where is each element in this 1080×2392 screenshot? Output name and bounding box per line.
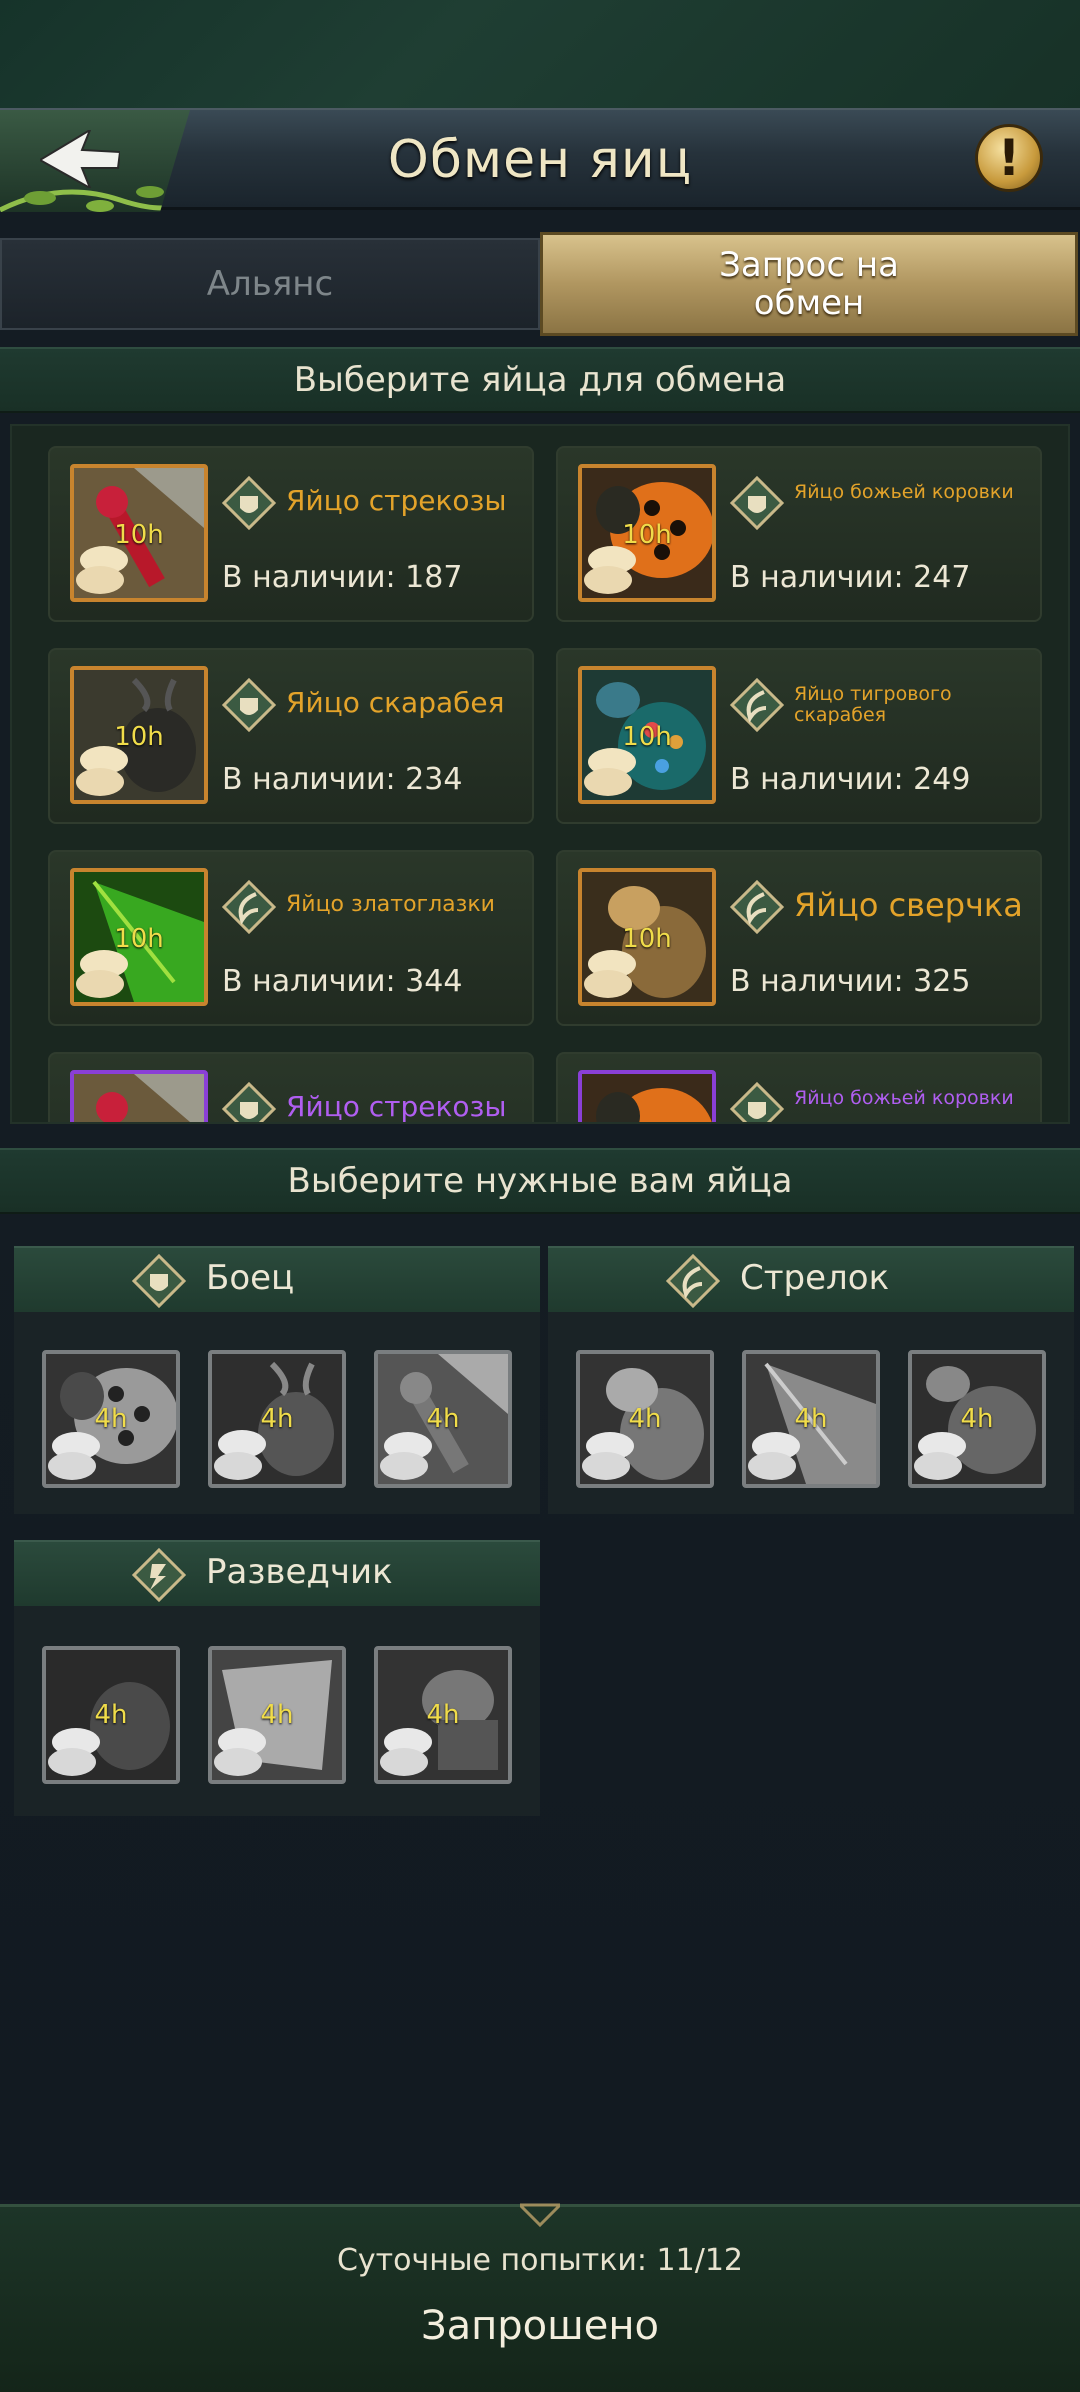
egg-thumbnail: 10h: [70, 464, 208, 602]
egg-count: В наличии: 234: [222, 762, 463, 797]
egg-time-label: 4h: [960, 1404, 994, 1434]
scout-header: Разведчик: [14, 1540, 540, 1606]
tab-alliance[interactable]: Альянс: [0, 238, 540, 330]
egg-time-label: 10h: [114, 520, 164, 550]
chevron-down-icon: [520, 2203, 560, 2228]
egg-thumbnail: 10h: [578, 868, 716, 1006]
egg-count: В наличии: 325: [730, 964, 971, 999]
egg-card-dragonfly[interactable]: 10h Яйцо стрекозы В наличии: 187: [48, 446, 534, 622]
egg-time-label: 4h: [628, 1404, 662, 1434]
egg-name: Яйцо стрекозы: [286, 1090, 507, 1123]
fighter-label: Боец: [206, 1258, 295, 1298]
egg-time-label: 4h: [94, 1700, 128, 1730]
request-status-button[interactable]: Запрошено: [0, 2303, 1080, 2349]
header-bar: Обмен яиц !: [0, 108, 1080, 212]
egg-count: В наличии: 344: [222, 964, 463, 999]
egg-card-dragonfly-rare[interactable]: Яйцо стрекозы: [48, 1052, 534, 1123]
wanted-slot-tiger-scarab[interactable]: 4h: [908, 1350, 1046, 1488]
wanted-slot-fly[interactable]: 4h: [374, 1646, 512, 1784]
egg-time-label: 10h: [622, 520, 672, 550]
shooter-header: Стрелок: [548, 1246, 1074, 1312]
egg-time-label: 4h: [260, 1404, 294, 1434]
wanted-slot-cricket[interactable]: 4h: [576, 1350, 714, 1488]
wanted-slot-scarab[interactable]: 4h: [208, 1350, 346, 1488]
scout-class-icon: [132, 1548, 186, 1602]
wanted-slot-dragonfly[interactable]: 4h: [374, 1350, 512, 1488]
egg-card-scarab[interactable]: 10h Яйцо скарабея В наличии: 234: [48, 648, 534, 824]
egg-time-label: 10h: [622, 722, 672, 752]
dragonfly-egg-icon: [74, 1074, 204, 1122]
section-select-offer: Выберите яйца для обмена: [0, 347, 1080, 413]
shooter-class-icon: [666, 1254, 720, 1308]
shooter-class-icon: [730, 678, 784, 732]
egg-count: В наличии: 247: [730, 560, 971, 595]
egg-card-ladybug-rare[interactable]: Яйцо божьей коровки: [556, 1052, 1042, 1122]
egg-thumbnail: [70, 1070, 208, 1122]
fighter-class-icon: [730, 1082, 784, 1122]
offer-egg-list[interactable]: 10h Яйцо стрекозы В наличии: 187 10h Яйц…: [10, 424, 1070, 1124]
exclamation-icon: !: [997, 129, 1021, 187]
egg-name: Яйцо скарабея: [286, 686, 505, 719]
info-button[interactable]: !: [975, 124, 1043, 192]
egg-name: Яйцо божьей коровки: [794, 481, 1014, 503]
fighter-class-icon: [222, 1082, 276, 1122]
fighter-class-icon: [730, 476, 784, 530]
egg-time-label: 4h: [794, 1404, 828, 1434]
egg-time-label: 10h: [114, 722, 164, 752]
wanted-scout-group: Разведчик 4h 4h 4h: [14, 1540, 540, 1816]
top-background: [0, 0, 1080, 110]
egg-thumbnail: [578, 1070, 716, 1122]
egg-time-label: 4h: [426, 1700, 460, 1730]
wanted-shooter-group: Стрелок 4h 4h 4h: [548, 1246, 1074, 1514]
egg-thumbnail: 10h: [578, 666, 716, 804]
wanted-fighter-group: Боец 4h 4h 4h: [14, 1246, 540, 1514]
wanted-slot-ladybug[interactable]: 4h: [42, 1350, 180, 1488]
wanted-slot-moth[interactable]: 4h: [208, 1646, 346, 1784]
egg-name: Яйцо стрекозы: [286, 484, 507, 517]
shooter-class-icon: [730, 880, 784, 934]
egg-card-cricket[interactable]: 10h Яйцо сверчка В наличии: 325: [556, 850, 1042, 1026]
section-select-wanted: Выберите нужные вам яйца: [0, 1148, 1080, 1214]
egg-count: В наличии: 249: [730, 762, 971, 797]
page-title: Обмен яиц: [387, 130, 693, 190]
shooter-label: Стрелок: [740, 1258, 890, 1298]
egg-card-ladybug[interactable]: 10h Яйцо божьей коровки В наличии: 247: [556, 446, 1042, 622]
tab-bar: Альянс Запрос на обмен: [0, 232, 1080, 336]
fighter-class-icon: [222, 678, 276, 732]
egg-time-label: 10h: [622, 924, 672, 954]
fighter-class-icon: [132, 1254, 186, 1308]
egg-time-label: 4h: [426, 1404, 460, 1434]
egg-time-label: 4h: [94, 1404, 128, 1434]
footer-bar: Суточные попытки: 11/12 Запрошено: [0, 2203, 1080, 2392]
wanted-slot-beetle[interactable]: 4h: [42, 1646, 180, 1784]
egg-card-tiger-scarab[interactable]: 10h Яйцо тигрового скарабея В наличии: 2…: [556, 648, 1042, 824]
tab-request[interactable]: Запрос на обмен: [540, 232, 1078, 336]
egg-count: В наличии: 187: [222, 560, 463, 595]
egg-thumbnail: 10h: [578, 464, 716, 602]
egg-name: Яйцо тигрового скарабея: [794, 683, 952, 726]
scout-label: Разведчик: [206, 1552, 393, 1592]
egg-card-lacewing[interactable]: 10h Яйцо златоглазки В наличии: 344: [48, 850, 534, 1026]
egg-name: Яйцо божьей коровки: [794, 1087, 1014, 1109]
fighter-class-icon: [222, 476, 276, 530]
tab-request-label: Запрос на обмен: [719, 245, 899, 323]
ladybug-egg-icon: [582, 1074, 712, 1122]
egg-time-label: 10h: [114, 924, 164, 954]
wanted-slot-lacewing[interactable]: 4h: [742, 1350, 880, 1488]
shooter-class-icon: [222, 880, 276, 934]
egg-name: Яйцо сверчка: [794, 886, 1023, 924]
egg-thumbnail: 10h: [70, 666, 208, 804]
egg-thumbnail: 10h: [70, 868, 208, 1006]
daily-attempts: Суточные попытки: 11/12: [336, 2243, 743, 2278]
egg-time-label: 4h: [260, 1700, 294, 1730]
egg-name: Яйцо златоглазки: [286, 892, 495, 917]
fighter-header: Боец: [14, 1246, 540, 1312]
